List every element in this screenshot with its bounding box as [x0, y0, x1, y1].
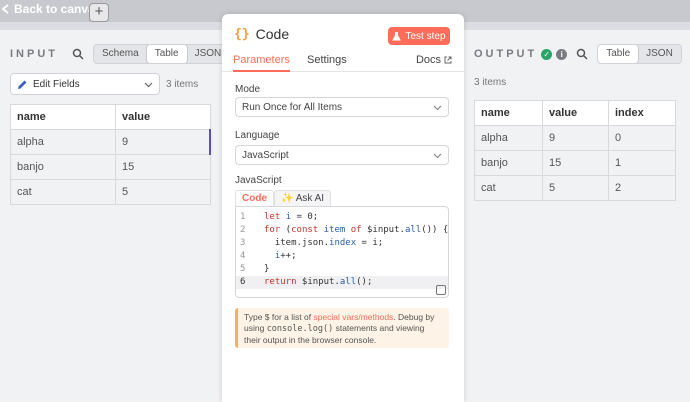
- output-header: OUTPUT ✓ i Table JSON: [474, 44, 682, 64]
- table-row[interactable]: cat 5: [10, 179, 211, 205]
- hint-text: Type $ for a list of: [244, 312, 314, 322]
- input-panel: INPUT Schema Table JSON Edit Fields 3 it…: [0, 30, 231, 402]
- input-view-tabs: Schema Table JSON: [93, 44, 231, 64]
- table-header-row: name value: [10, 104, 211, 130]
- docs-label: Docs: [415, 54, 441, 66]
- tab-table[interactable]: Table: [598, 45, 639, 63]
- tab-schema[interactable]: Schema: [94, 45, 147, 63]
- column-header: value: [115, 104, 211, 130]
- table-header-row: name value index: [474, 100, 676, 126]
- modal-title: Code: [255, 26, 290, 42]
- table-row[interactable]: banjo 15 1: [474, 150, 676, 176]
- table-cell: banjo: [10, 154, 116, 180]
- ask-ai-label: Ask AI: [295, 193, 325, 204]
- chevron-down-icon: [433, 153, 442, 159]
- table-cell: cat: [474, 175, 543, 201]
- input-table: name value alpha 9 banjo 15 cat 5: [10, 104, 211, 205]
- mode-label: Mode: [235, 84, 261, 95]
- table-cell: 5: [542, 175, 609, 201]
- table-cell: 15: [115, 154, 211, 180]
- special-vars-link[interactable]: special vars/methods: [313, 312, 393, 322]
- flask-icon: [392, 31, 402, 40]
- table-cell: 9: [542, 125, 609, 151]
- modal-tabs: Parameters Settings Docs: [222, 52, 464, 72]
- table-cell: alpha: [10, 129, 116, 155]
- search-icon[interactable]: [72, 48, 84, 60]
- output-table: name value index alpha 9 0 banjo 15 1 ca…: [474, 100, 676, 201]
- code-braces-icon: {}: [234, 26, 250, 42]
- tab-json[interactable]: JSON: [638, 45, 681, 63]
- input-header: INPUT Schema Table JSON: [10, 44, 231, 64]
- source-node-select[interactable]: Edit Fields: [10, 73, 160, 95]
- language-label: Language: [235, 130, 280, 141]
- input-title: INPUT: [10, 48, 58, 60]
- code-editor[interactable]: 1 let i = 0; 2 for (const item of $input.a…: [235, 206, 449, 298]
- table-cell: 9: [115, 129, 211, 155]
- source-node-label: Edit Fields: [33, 78, 80, 90]
- tab-table[interactable]: Table: [146, 45, 187, 63]
- docs-link[interactable]: Docs: [416, 54, 452, 66]
- table-cell: banjo: [474, 150, 543, 176]
- code-line: 6 return $input.all();: [236, 276, 448, 289]
- info-icon[interactable]: i: [556, 48, 568, 60]
- code-hint-callout: Type $ for a list of special vars/method…: [235, 308, 449, 348]
- tab-settings[interactable]: Settings: [307, 54, 347, 66]
- column-header: value: [542, 100, 609, 126]
- test-step-button[interactable]: Test step: [388, 27, 450, 45]
- code-line: 4 i++;: [240, 251, 297, 261]
- column-header: name: [474, 100, 543, 126]
- back-arrow-icon: [1, 4, 9, 14]
- modal-header: {} Code: [234, 26, 289, 42]
- language-value: JavaScript: [242, 149, 289, 161]
- table-cell: 2: [608, 175, 676, 201]
- table-row[interactable]: alpha 9: [10, 129, 211, 155]
- code-line: 2 for (const item of $input.all()) {: [240, 225, 449, 235]
- pencil-icon: [18, 80, 27, 89]
- table-cell: 5: [115, 179, 211, 205]
- input-items-count: 3 items: [166, 79, 199, 90]
- back-to-canvas-link[interactable]: Back to canvas: [0, 0, 101, 18]
- table-cell: alpha: [474, 125, 543, 151]
- hint-code: console.log(): [266, 324, 334, 334]
- tab-code[interactable]: Code: [235, 190, 274, 206]
- test-step-label: Test step: [405, 30, 446, 42]
- table-cell: 0: [608, 125, 676, 151]
- table-cell: cat: [10, 179, 116, 205]
- table-cell: 15: [542, 150, 609, 176]
- column-header: name: [10, 104, 116, 130]
- mode-value: Run Once for All Items: [242, 101, 343, 113]
- code-section-label: JavaScript: [235, 175, 282, 186]
- resize-handle-icon[interactable]: [436, 285, 446, 295]
- external-link-icon: [444, 56, 452, 64]
- output-items-count: 3 items: [474, 77, 507, 88]
- table-row[interactable]: cat 5 2: [474, 175, 676, 201]
- code-line: 3 item.json.index = i;: [240, 238, 384, 248]
- table-row[interactable]: banjo 15: [10, 154, 211, 180]
- tab-ask-ai[interactable]: ✨ Ask AI: [274, 190, 332, 206]
- language-select[interactable]: JavaScript: [235, 145, 449, 165]
- search-icon[interactable]: [576, 48, 588, 60]
- table-cell: 1: [608, 150, 676, 176]
- mode-select[interactable]: Run Once for All Items: [235, 97, 449, 117]
- output-title: OUTPUT: [474, 48, 538, 60]
- table-row[interactable]: alpha 9 0: [474, 125, 676, 151]
- code-line: 1 let i = 0;: [240, 212, 319, 222]
- output-view-tabs: Table JSON: [597, 44, 682, 64]
- code-tabs: Code ✨ Ask AI: [235, 190, 332, 206]
- code-node-modal: {} Code Test step Parameters Settings Do…: [222, 14, 464, 402]
- tab-parameters[interactable]: Parameters: [233, 54, 290, 72]
- chevron-down-icon: [433, 105, 442, 111]
- output-panel: OUTPUT ✓ i Table JSON 3 items name value…: [464, 30, 690, 402]
- code-line: 5}: [240, 264, 270, 274]
- column-header: index: [608, 100, 676, 126]
- success-check-icon: ✓: [541, 48, 553, 60]
- add-node-button[interactable]: +: [89, 3, 109, 22]
- chevron-down-icon: [144, 82, 153, 88]
